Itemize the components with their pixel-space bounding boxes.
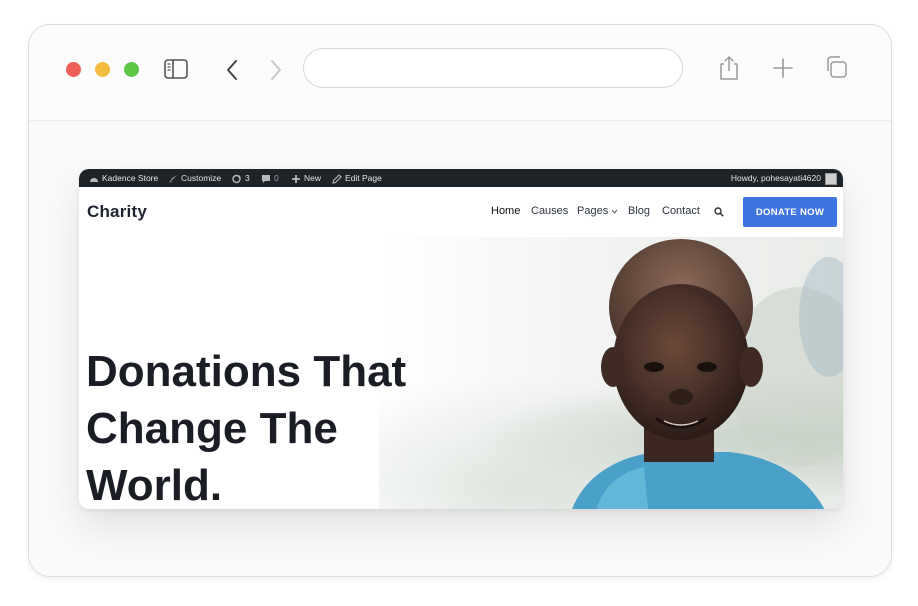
- dashboard-icon: [90, 177, 98, 182]
- nav-pages[interactable]: Pages: [577, 205, 618, 217]
- avatar: [825, 172, 837, 185]
- nav-home[interactable]: Home: [491, 205, 520, 217]
- tabs-overview-icon[interactable]: [825, 56, 847, 78]
- updates-icon: [232, 174, 241, 183]
- admin-updates-count: 3: [245, 173, 250, 183]
- admin-customize-label: Customize: [181, 173, 222, 183]
- admin-customize[interactable]: Customize: [168, 169, 221, 187]
- hero-title-line: Change The: [86, 404, 338, 453]
- site-logo[interactable]: Charity: [87, 202, 147, 222]
- hero-title-line: World.: [86, 461, 223, 509]
- chevron-down-icon: [611, 209, 618, 214]
- admin-howdy-label: Howdy, pohesayati4620: [730, 173, 821, 183]
- sidebar-icon[interactable]: [164, 59, 188, 79]
- wp-admin-bar: Kadence Store Customize 3 0 New Edit Pag…: [79, 169, 843, 187]
- admin-edit-page[interactable]: Edit Page: [332, 169, 382, 187]
- hero-title-line: Donations That: [86, 347, 407, 396]
- hero-title: Donations That Change The World.: [86, 343, 446, 509]
- hero-section: Donations That Change The World.: [79, 237, 843, 509]
- nav-causes[interactable]: Causes: [531, 205, 568, 217]
- hero-child-image: [572, 239, 843, 509]
- admin-edit-page-label: Edit Page: [345, 173, 382, 183]
- forward-icon[interactable]: [269, 59, 283, 81]
- website-preview: Kadence Store Customize 3 0 New Edit Pag…: [79, 169, 843, 509]
- admin-site-name-label: Kadence Store: [102, 173, 159, 183]
- plus-icon: [292, 174, 300, 183]
- pencil-icon: [332, 173, 342, 184]
- admin-site-name[interactable]: Kadence Store: [89, 169, 158, 187]
- nav-contact[interactable]: Contact: [662, 205, 700, 217]
- nav-blog[interactable]: Blog: [628, 205, 650, 217]
- search-icon[interactable]: [714, 207, 724, 217]
- admin-new[interactable]: New: [291, 169, 321, 187]
- browser-window: Kadence Store Customize 3 0 New Edit Pag…: [28, 24, 892, 577]
- donate-now-button[interactable]: DONATE NOW: [743, 197, 837, 227]
- nav-pages-label: Pages: [577, 205, 609, 217]
- admin-comments-count: 0: [274, 173, 279, 183]
- admin-updates[interactable]: 3: [231, 169, 250, 187]
- share-icon[interactable]: [719, 55, 739, 81]
- site-header: Charity Home Causes Pages Blog Contact D…: [79, 187, 843, 237]
- browser-toolbar: [29, 25, 891, 121]
- brush-icon: [169, 174, 177, 183]
- admin-new-label: New: [304, 173, 322, 183]
- close-window-button[interactable]: [66, 62, 81, 77]
- new-tab-icon[interactable]: [773, 58, 793, 78]
- browser-content: Kadence Store Customize 3 0 New Edit Pag…: [29, 121, 891, 576]
- admin-account[interactable]: Howdy, pohesayati4620: [731, 169, 837, 187]
- zoom-window-button[interactable]: [124, 62, 139, 77]
- admin-comments[interactable]: 0: [261, 169, 279, 187]
- comment-icon: [262, 174, 270, 183]
- minimize-window-button[interactable]: [95, 62, 110, 77]
- address-bar[interactable]: [303, 48, 683, 88]
- back-icon[interactable]: [225, 59, 239, 81]
